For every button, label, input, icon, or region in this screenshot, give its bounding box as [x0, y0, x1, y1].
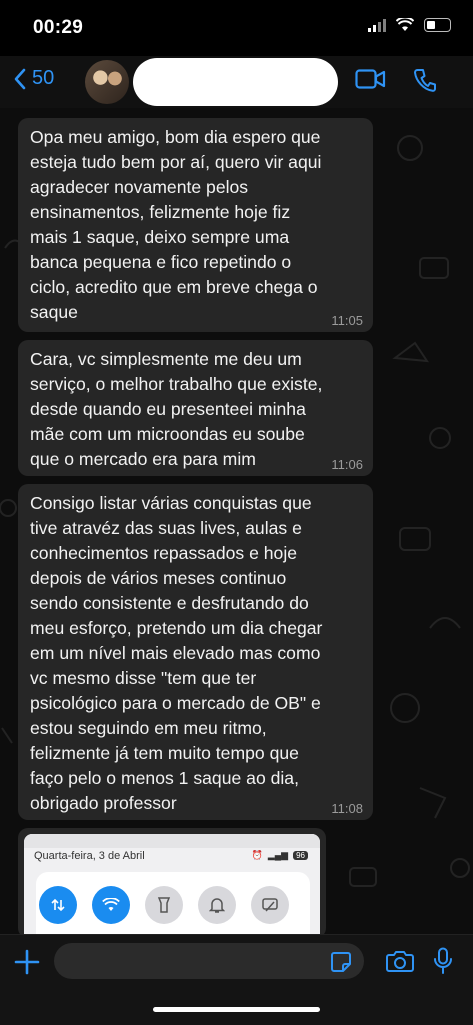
message-text: Opa meu amigo, bom dia espero que esteja…: [30, 127, 322, 322]
chevron-left-icon: [14, 68, 26, 89]
back-count: 50: [32, 67, 55, 89]
message-input[interactable]: [54, 943, 364, 979]
avatar[interactable]: [85, 60, 129, 104]
signal-icon: ▂▄▆: [267, 850, 289, 860]
plus-icon[interactable]: [14, 949, 40, 975]
microphone-icon[interactable]: [433, 947, 453, 975]
cellular-signal-icon: [368, 18, 386, 32]
camera-icon[interactable]: [386, 949, 414, 973]
screenshot-battery: 96: [293, 851, 308, 860]
back-button[interactable]: 50: [14, 67, 54, 90]
image-message[interactable]: Quarta-feira, 3 de Abril ⏰ ▂▄▆ 96: [18, 828, 326, 934]
message-bubble[interactable]: Cara, vc simplesmente me deu um serviço,…: [18, 340, 373, 476]
screenshot-date: Quarta-feira, 3 de Abril: [34, 850, 145, 862]
sticker-icon[interactable]: [330, 951, 352, 973]
bell-icon: [198, 886, 236, 924]
alarm-icon: ⏰: [251, 850, 263, 860]
wifi-icon: [396, 18, 414, 31]
screenshot-tool-icon: [251, 886, 289, 924]
status-icons: [368, 18, 451, 32]
phone-icon[interactable]: [414, 68, 436, 92]
flashlight-icon: [145, 886, 183, 924]
quick-settings-panel: [36, 872, 310, 934]
status-time: 00:29: [33, 17, 84, 38]
message-text: Consigo listar várias conquistas que tiv…: [30, 493, 323, 813]
screenshot-status-icons: ⏰ ▂▄▆ 96: [252, 850, 308, 861]
message-time: 11:05: [331, 313, 363, 328]
chat-area[interactable]: Opa meu amigo, bom dia espero que esteja…: [0, 108, 473, 934]
wifi-toggle-icon: [92, 886, 130, 924]
chat-header: 50: [0, 56, 473, 109]
screenshot-image: Quarta-feira, 3 de Abril ⏰ ▂▄▆ 96: [24, 834, 320, 934]
message-text: Cara, vc simplesmente me deu um serviço,…: [30, 349, 323, 469]
battery-icon: [424, 18, 451, 32]
home-indicator[interactable]: [153, 1007, 320, 1012]
status-bar: 00:29: [0, 0, 473, 56]
message-bubble[interactable]: Consigo listar várias conquistas que tiv…: [18, 484, 373, 820]
message-bubble[interactable]: Opa meu amigo, bom dia espero que esteja…: [18, 118, 373, 332]
video-camera-icon[interactable]: [355, 68, 386, 90]
message-time: 11:06: [331, 457, 363, 472]
message-time: 11:08: [331, 801, 363, 816]
data-transfer-icon: [39, 886, 77, 924]
contact-name-redacted[interactable]: [133, 58, 338, 106]
